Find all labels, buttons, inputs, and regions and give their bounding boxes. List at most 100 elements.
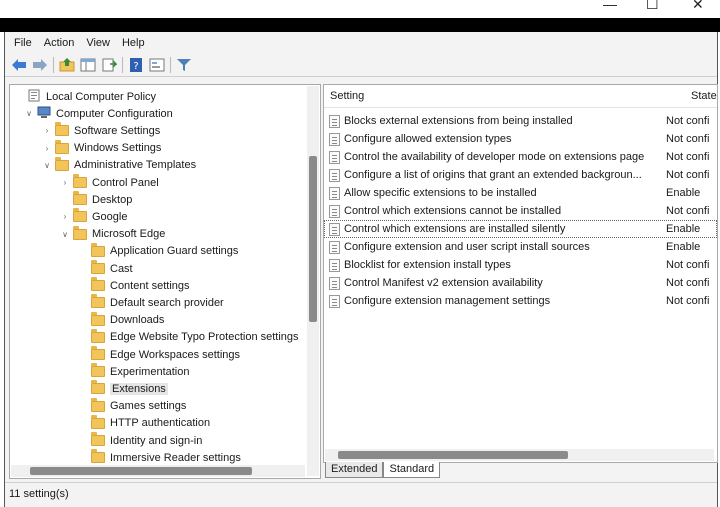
settings-horizontal-scrollbar[interactable] <box>325 449 714 461</box>
setting-row[interactable]: Control the availability of developer mo… <box>324 148 717 166</box>
chevron-right-icon[interactable]: › <box>60 178 70 187</box>
setting-row[interactable]: Control which extensions cannot be insta… <box>324 202 717 220</box>
tree-item[interactable]: Cast <box>78 260 133 277</box>
tab-standard[interactable]: Standard <box>383 462 441 478</box>
chevron-right-icon[interactable]: › <box>60 212 70 221</box>
tree-pane: Local Computer Policy ∨ Computer Configura… <box>9 84 321 479</box>
tree-item[interactable]: Local Computer Policy <box>14 88 156 105</box>
toolbar-separator <box>122 57 123 73</box>
setting-row[interactable]: Configure allowed extension types Not con… <box>324 130 717 148</box>
tree-item[interactable]: Games settings <box>78 397 187 415</box>
policy-setting-icon <box>329 150 340 164</box>
minimize-button[interactable]: — <box>603 0 617 12</box>
setting-name: Configure extension and user script inst… <box>344 241 590 253</box>
chevron-down-icon[interactable]: ∨ <box>60 230 70 239</box>
menu-file[interactable]: File <box>14 37 32 49</box>
tree-horizontal-scrollbar[interactable] <box>11 465 305 477</box>
tree-vertical-scroll-thumb[interactable] <box>309 156 317 322</box>
folder-icon <box>55 139 69 154</box>
chevron-right-icon[interactable]: › <box>42 144 52 153</box>
export-list-icon[interactable] <box>100 56 118 74</box>
setting-row[interactable]: Blocks external extensions from being in… <box>324 112 717 130</box>
setting-name: Control which extensions cannot be insta… <box>344 205 562 217</box>
filter-icon[interactable] <box>175 56 193 74</box>
tree-item[interactable]: ∨ Computer Configuration <box>24 105 173 122</box>
status-bar: 11 setting(s) <box>5 482 717 507</box>
setting-state: Not confi <box>666 115 710 127</box>
folder-icon <box>91 346 105 360</box>
policy-setting-icon <box>329 276 340 290</box>
tree-item-label: Edge Workspaces settings <box>110 348 241 361</box>
folder-icon <box>91 432 105 446</box>
menu-action[interactable]: Action <box>44 37 75 49</box>
tree-item-label: Games settings <box>110 400 187 413</box>
tree-item[interactable]: HTTP authentication <box>78 414 211 432</box>
back-icon[interactable] <box>10 56 28 74</box>
setting-row[interactable]: Configure extension and user script inst… <box>324 238 717 256</box>
setting-state: Not confi <box>666 151 710 163</box>
settings-pane: Setting State Blocks external extensions… <box>323 84 718 463</box>
policy-setting-icon <box>329 294 340 308</box>
folder-icon <box>55 156 69 171</box>
column-header-setting[interactable]: Setting <box>330 90 364 102</box>
tree-item[interactable]: ∨ Microsoft Edge <box>60 225 165 243</box>
setting-state: Not confi <box>666 205 710 217</box>
close-button[interactable]: ✕ <box>692 0 704 13</box>
setting-row[interactable]: Configure extension management settings N… <box>324 292 717 310</box>
tab-extended[interactable]: Extended <box>325 462 384 478</box>
tree-item[interactable]: Identity and sign-in <box>78 432 202 449</box>
chevron-right-icon[interactable]: › <box>42 126 52 135</box>
tree-item[interactable]: Application Guard settings <box>78 242 238 260</box>
setting-row[interactable]: Allow specific extensions to be installe… <box>324 184 717 202</box>
folder-icon <box>91 294 105 309</box>
tree-item[interactable]: Edge Workspaces settings <box>78 346 240 363</box>
setting-row[interactable]: Control Manifest v2 extension availabili… <box>324 274 717 292</box>
folder-icon <box>73 191 87 206</box>
folder-icon <box>73 174 87 188</box>
chevron-down-icon[interactable]: ∨ <box>24 109 34 118</box>
setting-name: Control which extensions are installed s… <box>344 223 566 235</box>
menu-bar: File Action View Help <box>5 32 717 54</box>
show-hide-tree-icon[interactable] <box>79 56 97 74</box>
folder-icon <box>55 122 69 137</box>
tree-item[interactable]: › Google <box>60 208 127 225</box>
column-header-state[interactable]: State <box>691 90 717 102</box>
up-folder-icon[interactable] <box>58 56 76 74</box>
maximize-button[interactable]: ☐ <box>646 0 659 13</box>
view-tabs: Extended Standard <box>325 462 441 478</box>
tree-item[interactable]: Extensions <box>78 380 168 397</box>
menu-help[interactable]: Help <box>122 37 145 49</box>
setting-row[interactable]: Configure a list of origins that grant a… <box>324 166 717 184</box>
tree-vertical-scrollbar[interactable] <box>307 86 319 476</box>
tree-item[interactable]: Edge Website Typo Protection settings <box>78 328 299 346</box>
folder-icon <box>73 208 87 223</box>
setting-name: Control Manifest v2 extension availabili… <box>344 277 543 289</box>
tree-item[interactable]: Downloads <box>78 311 164 329</box>
setting-state: Not confi <box>666 277 710 289</box>
tree-item-label: HTTP authentication <box>110 417 211 430</box>
tree-item[interactable]: › Control Panel <box>60 174 159 191</box>
help-icon[interactable]: ? <box>127 56 145 74</box>
tree-item[interactable]: Content settings <box>78 277 190 294</box>
setting-row[interactable]: Control which extensions are installed s… <box>324 220 717 238</box>
setting-row[interactable]: Blocklist for extension install types Not… <box>324 256 717 274</box>
folder-icon <box>73 225 87 240</box>
tree-item-label: Desktop <box>92 193 133 206</box>
forward-icon[interactable] <box>31 56 49 74</box>
tree-item[interactable]: Immersive Reader settings <box>78 449 241 466</box>
settings-horizontal-scroll-thumb[interactable] <box>338 451 568 459</box>
toolbar: ? <box>5 54 717 77</box>
tree-item-label: Extensions <box>110 382 168 395</box>
chevron-down-icon[interactable]: ∨ <box>42 161 52 170</box>
tree-item[interactable]: Default search provider <box>78 294 224 311</box>
tree-horizontal-scroll-thumb[interactable] <box>30 467 252 475</box>
tree-item[interactable]: Desktop <box>60 191 132 208</box>
tree-item[interactable]: ∨ Administrative Templates <box>42 156 196 174</box>
tree-item[interactable]: Experimentation <box>78 363 190 380</box>
setting-name: Configure extension management settings <box>344 295 551 307</box>
tree-item-label: Content settings <box>110 279 190 292</box>
properties-icon[interactable] <box>148 56 166 74</box>
menu-view[interactable]: View <box>86 37 110 49</box>
tree-item[interactable]: › Software Settings <box>42 122 160 139</box>
tree-item[interactable]: › Windows Settings <box>42 139 161 157</box>
